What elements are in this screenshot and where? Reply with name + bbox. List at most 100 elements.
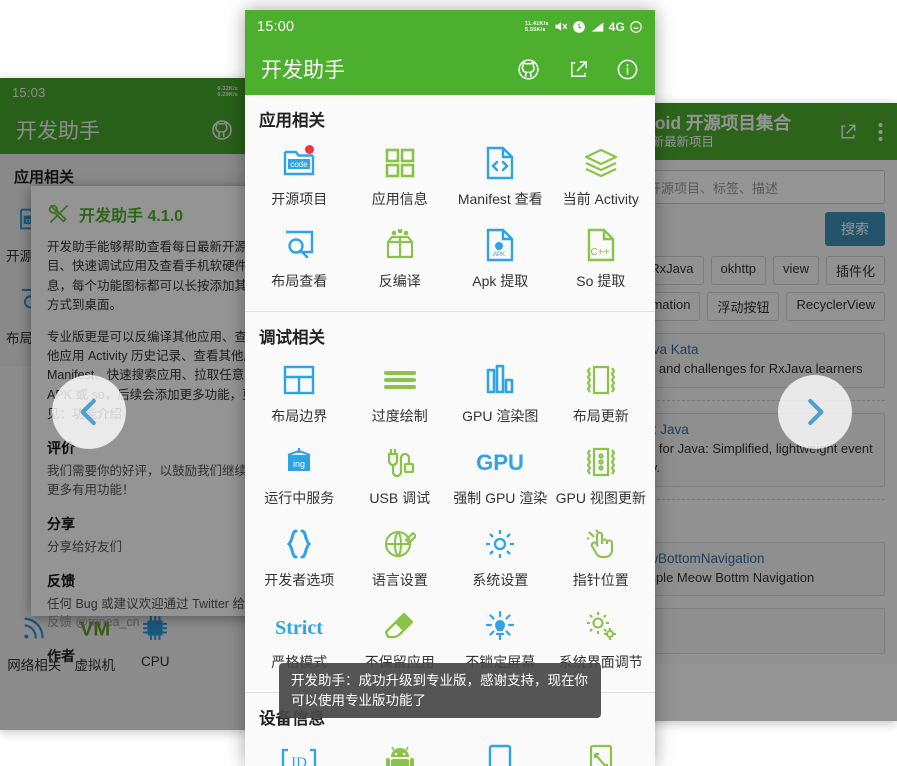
icon-grid: code 开源项目 应用信息 Manifest 查看 当前 Activity 布局查看 反编… <box>245 137 655 311</box>
grid-item-label: 当前 Activity <box>562 191 639 207</box>
search-button[interactable]: 搜索 <box>825 212 885 246</box>
left-net-down: 0.29K/s <box>217 92 238 98</box>
bulb-icon <box>484 606 516 646</box>
gpu-bars-icon <box>485 360 515 400</box>
tag-chip[interactable]: 插件化 <box>825 256 885 285</box>
grid-item-label: GPU 视图更新 <box>555 490 646 506</box>
grid-item-label: USB 调试 <box>369 490 431 506</box>
pointer-tap-icon <box>585 524 617 564</box>
share-icon[interactable] <box>567 58 590 81</box>
grid-item[interactable]: GPU 强制 GPU 渲染 <box>450 436 551 518</box>
gpu-view-update-icon <box>585 442 617 482</box>
layout-refresh-icon <box>585 360 617 400</box>
github-icon[interactable] <box>210 118 234 142</box>
grid-item-label: 指针位置 <box>572 572 629 588</box>
svg-text:APK: APK <box>493 252 505 258</box>
center-status-time: 15:00 <box>257 18 295 35</box>
grid-item[interactable]: 系统设置 <box>450 518 551 600</box>
grid-item-label: 反编译 <box>378 273 421 289</box>
code-folder-icon: code <box>282 143 316 183</box>
svg-text:C++: C++ <box>590 247 609 258</box>
grid-item[interactable]: ing 运行中服务 <box>249 436 350 518</box>
grid-item[interactable]: 屏幕 <box>551 735 652 766</box>
battery-icon <box>629 20 643 34</box>
grid-item[interactable]: Manifest 查看 <box>450 137 551 219</box>
screenshot-stage: 15:03 0.32K/s 0.29K/s 开发助手 应用相关 code 开源项目… <box>0 0 897 766</box>
grid-item[interactable]: GPU 渲染图 <box>450 354 551 436</box>
grid-item-label: 布局边界 <box>271 408 328 424</box>
overflow-menu-icon[interactable] <box>878 122 883 142</box>
grid-item[interactable]: 布局边界 <box>249 354 350 436</box>
layout-bounds-icon <box>283 360 315 400</box>
left-status-indicators: 0.32K/s 0.29K/s <box>217 86 238 98</box>
grid-squares-icon <box>384 143 416 183</box>
tag-chip[interactable]: RecyclerView <box>786 292 885 321</box>
grid-item[interactable]: 过度绘制 <box>350 354 451 436</box>
project-card-title: RxJava Kata <box>622 342 699 357</box>
tag-chip[interactable]: okhttp <box>710 256 766 285</box>
apk-file-icon: APK <box>485 225 515 265</box>
grid-item-label: 布局更新 <box>572 408 629 424</box>
layers-icon <box>584 143 618 183</box>
layout-search-icon <box>283 225 315 265</box>
grid-item[interactable]: ID本机 ID <box>249 735 350 766</box>
open-box-icon <box>383 225 417 265</box>
grid-item[interactable]: APK Apk 提取 <box>450 219 551 301</box>
grid-item[interactable]: 指针位置 <box>551 518 652 600</box>
grid-item-label: 系统设置 <box>472 572 529 588</box>
github-icon[interactable] <box>516 57 541 82</box>
alarm-icon <box>572 20 586 34</box>
center-app-title: 开发助手 <box>261 59 345 82</box>
carousel-next-button[interactable] <box>778 375 852 449</box>
grid-item-label: GPU 渲染图 <box>462 408 539 424</box>
grid-item-label: Manifest 查看 <box>457 191 543 207</box>
grid-item[interactable]: 当前 Activity <box>551 137 652 219</box>
center-app-bar: 开发助手 <box>245 43 655 95</box>
grid-item-label: 过度绘制 <box>371 408 428 424</box>
carousel-prev-button[interactable] <box>52 375 126 449</box>
grid-item[interactable]: code 开源项目 <box>249 137 350 219</box>
icon-grid: 布局边界 过度绘制 GPU 渲染图 布局更新 ing 运行中服务 USB 调试 GPU 强制 G… <box>245 354 655 692</box>
android-icon <box>384 741 416 766</box>
id-icon: ID <box>280 741 318 766</box>
project-card-desc: A Simple Meow Bottm Navigation <box>622 569 815 585</box>
grid-item[interactable]: 布局更新 <box>551 354 652 436</box>
grid-item-label: 开发者选项 <box>264 572 335 588</box>
grid-item[interactable]: 应用信息 <box>350 137 451 219</box>
phone-icon <box>488 741 512 766</box>
grid-item[interactable]: 布局查看 <box>249 219 350 301</box>
eraser-icon <box>383 606 417 646</box>
grid-item[interactable]: 硬件 <box>450 735 551 766</box>
grid-item-label: Apk 提取 <box>472 273 529 289</box>
chevron-left-icon <box>70 390 108 434</box>
grid-item-label: 运行中服务 <box>264 490 335 506</box>
running-tag-icon: ing <box>282 442 316 482</box>
grid-item[interactable]: 开发者选项 <box>249 518 350 600</box>
braces-icon <box>284 524 314 564</box>
gears-icon <box>584 606 618 646</box>
left-status-bar: 15:03 0.32K/s 0.29K/s <box>0 78 250 106</box>
tag-chip[interactable]: view <box>772 256 819 285</box>
svg-text:GPU: GPU <box>476 450 524 475</box>
center-phone-panel: 15:00 11.41K/s 5.55K/s 4G 开发助手 应用相关 code… <box>245 10 655 766</box>
signal-icon <box>590 20 605 34</box>
grid-item[interactable]: USB 调试 <box>350 436 451 518</box>
grid-item[interactable]: 语言设置 <box>350 518 451 600</box>
tag-chip[interactable]: 浮动按钮 <box>707 292 780 321</box>
svg-text:code: code <box>291 160 309 169</box>
gear-icon <box>484 524 516 564</box>
wifi-icon <box>21 611 48 645</box>
globe-pencil-icon <box>384 524 416 564</box>
right-app-bar-actions <box>838 122 883 142</box>
grid-item[interactable]: C++ So 提取 <box>551 219 652 301</box>
grid-item[interactable]: 系统 <box>350 735 451 766</box>
info-icon[interactable] <box>616 58 639 81</box>
share-icon[interactable] <box>838 122 858 142</box>
grid-item-label: 应用信息 <box>371 191 428 207</box>
grid-item[interactable]: 反编译 <box>350 219 451 301</box>
grid-item-label: So 提取 <box>576 273 626 289</box>
left-status-time: 15:03 <box>12 84 46 100</box>
grid-item-label: 强制 GPU 渲染 <box>453 490 548 506</box>
grid-item[interactable]: GPU 视图更新 <box>551 436 652 518</box>
gpu-text-icon: GPU <box>473 442 527 482</box>
